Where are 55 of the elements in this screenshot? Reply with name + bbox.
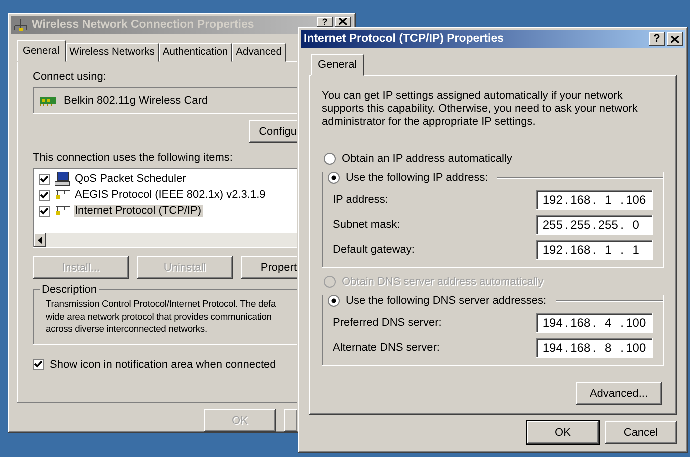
items-label: This connection uses the following items: — [33, 151, 233, 165]
list-item[interactable]: QoS Packet Scheduler — [74, 173, 188, 185]
horizontal-scrollbar[interactable] — [34, 233, 297, 247]
network-icon — [14, 19, 28, 31]
network-icon — [55, 190, 71, 200]
radio-button[interactable] — [328, 295, 340, 307]
description-text: wide area network protocol that provides communication — [46, 310, 272, 323]
field-label: Alternate DNS server: — [333, 342, 440, 354]
ip-address-field[interactable]: 194 . 168 . 8 . 100 — [536, 338, 653, 358]
tab[interactable]: Wireless Networks — [66, 43, 159, 62]
intro-text: You can get IP settings assigned automatically if your network supports this capability. Otherwise, you need to ask your network administrator for the appropriate IP settings. — [322, 90, 639, 129]
checkbox[interactable] — [33, 359, 44, 370]
radio-button[interactable] — [324, 153, 336, 165]
checkbox-label: Show icon in notification area when connected — [50, 358, 276, 370]
radio-button[interactable] — [328, 172, 340, 184]
item-button[interactable]: Propert — [241, 256, 297, 279]
close-icon — [339, 18, 347, 25]
field-label: Default gateway: — [333, 244, 415, 256]
tab[interactable]: Advanced — [232, 43, 286, 62]
configure-button[interactable]: Configu — [249, 120, 297, 143]
list-item[interactable]: Internet Protocol (TCP/IP) — [74, 205, 203, 217]
field-label: Preferred DNS server: — [333, 316, 442, 328]
close-button[interactable] — [667, 32, 683, 46]
close-icon — [671, 36, 679, 42]
field-label: Subnet mask: — [333, 218, 400, 230]
help-button[interactable]: ? — [649, 32, 665, 46]
radio-label: Use the following IP address: — [346, 172, 488, 184]
checkbox[interactable] — [39, 206, 50, 216]
group-title: Description — [40, 283, 100, 297]
dialog-button[interactable] — [284, 409, 297, 432]
ip-address-field[interactable]: 192 . 168 . 1 . 1 — [536, 240, 653, 260]
checkbox[interactable] — [39, 174, 50, 184]
ip-address-field[interactable]: 192 . 168 . 1 . 106 — [536, 190, 653, 210]
ip-address-field[interactable]: 255 . 255 . 255 . 0 — [536, 214, 653, 234]
network-icon — [55, 206, 71, 216]
radio-label: Use the following DNS server addresses: — [346, 295, 547, 307]
tab[interactable]: General — [311, 54, 364, 76]
adapter-name: Belkin 802.11g Wireless Card — [64, 94, 208, 106]
cancel-button[interactable]: Cancel — [605, 421, 677, 444]
ip-address-field[interactable]: 194 . 168 . 4 . 100 — [536, 312, 653, 332]
left-arrow-icon — [38, 236, 42, 244]
computer-icon — [55, 172, 71, 186]
radio-label: Obtain an IP address automatically — [342, 153, 512, 165]
tab[interactable]: Authentication — [158, 43, 232, 62]
ok-button[interactable]: OK — [527, 421, 599, 444]
window-title: Internet Protocol (TCP/IP) Properties — [304, 33, 504, 45]
tab[interactable]: General — [17, 40, 66, 62]
description-text: Transmission Control Protocol/Internet Protocol. The defa — [46, 298, 276, 310]
network-card-icon — [40, 96, 56, 106]
field-label: IP address: — [333, 194, 388, 206]
checkbox[interactable] — [39, 190, 50, 200]
advanced-button[interactable]: Advanced... — [576, 382, 662, 405]
list-item[interactable]: AEGIS Protocol (IEEE 802.1x) v2.3.1.9 — [74, 189, 267, 201]
connect-using-label: Connect using: — [33, 70, 106, 84]
description-text: across diverse interconnected networks. — [46, 323, 208, 336]
